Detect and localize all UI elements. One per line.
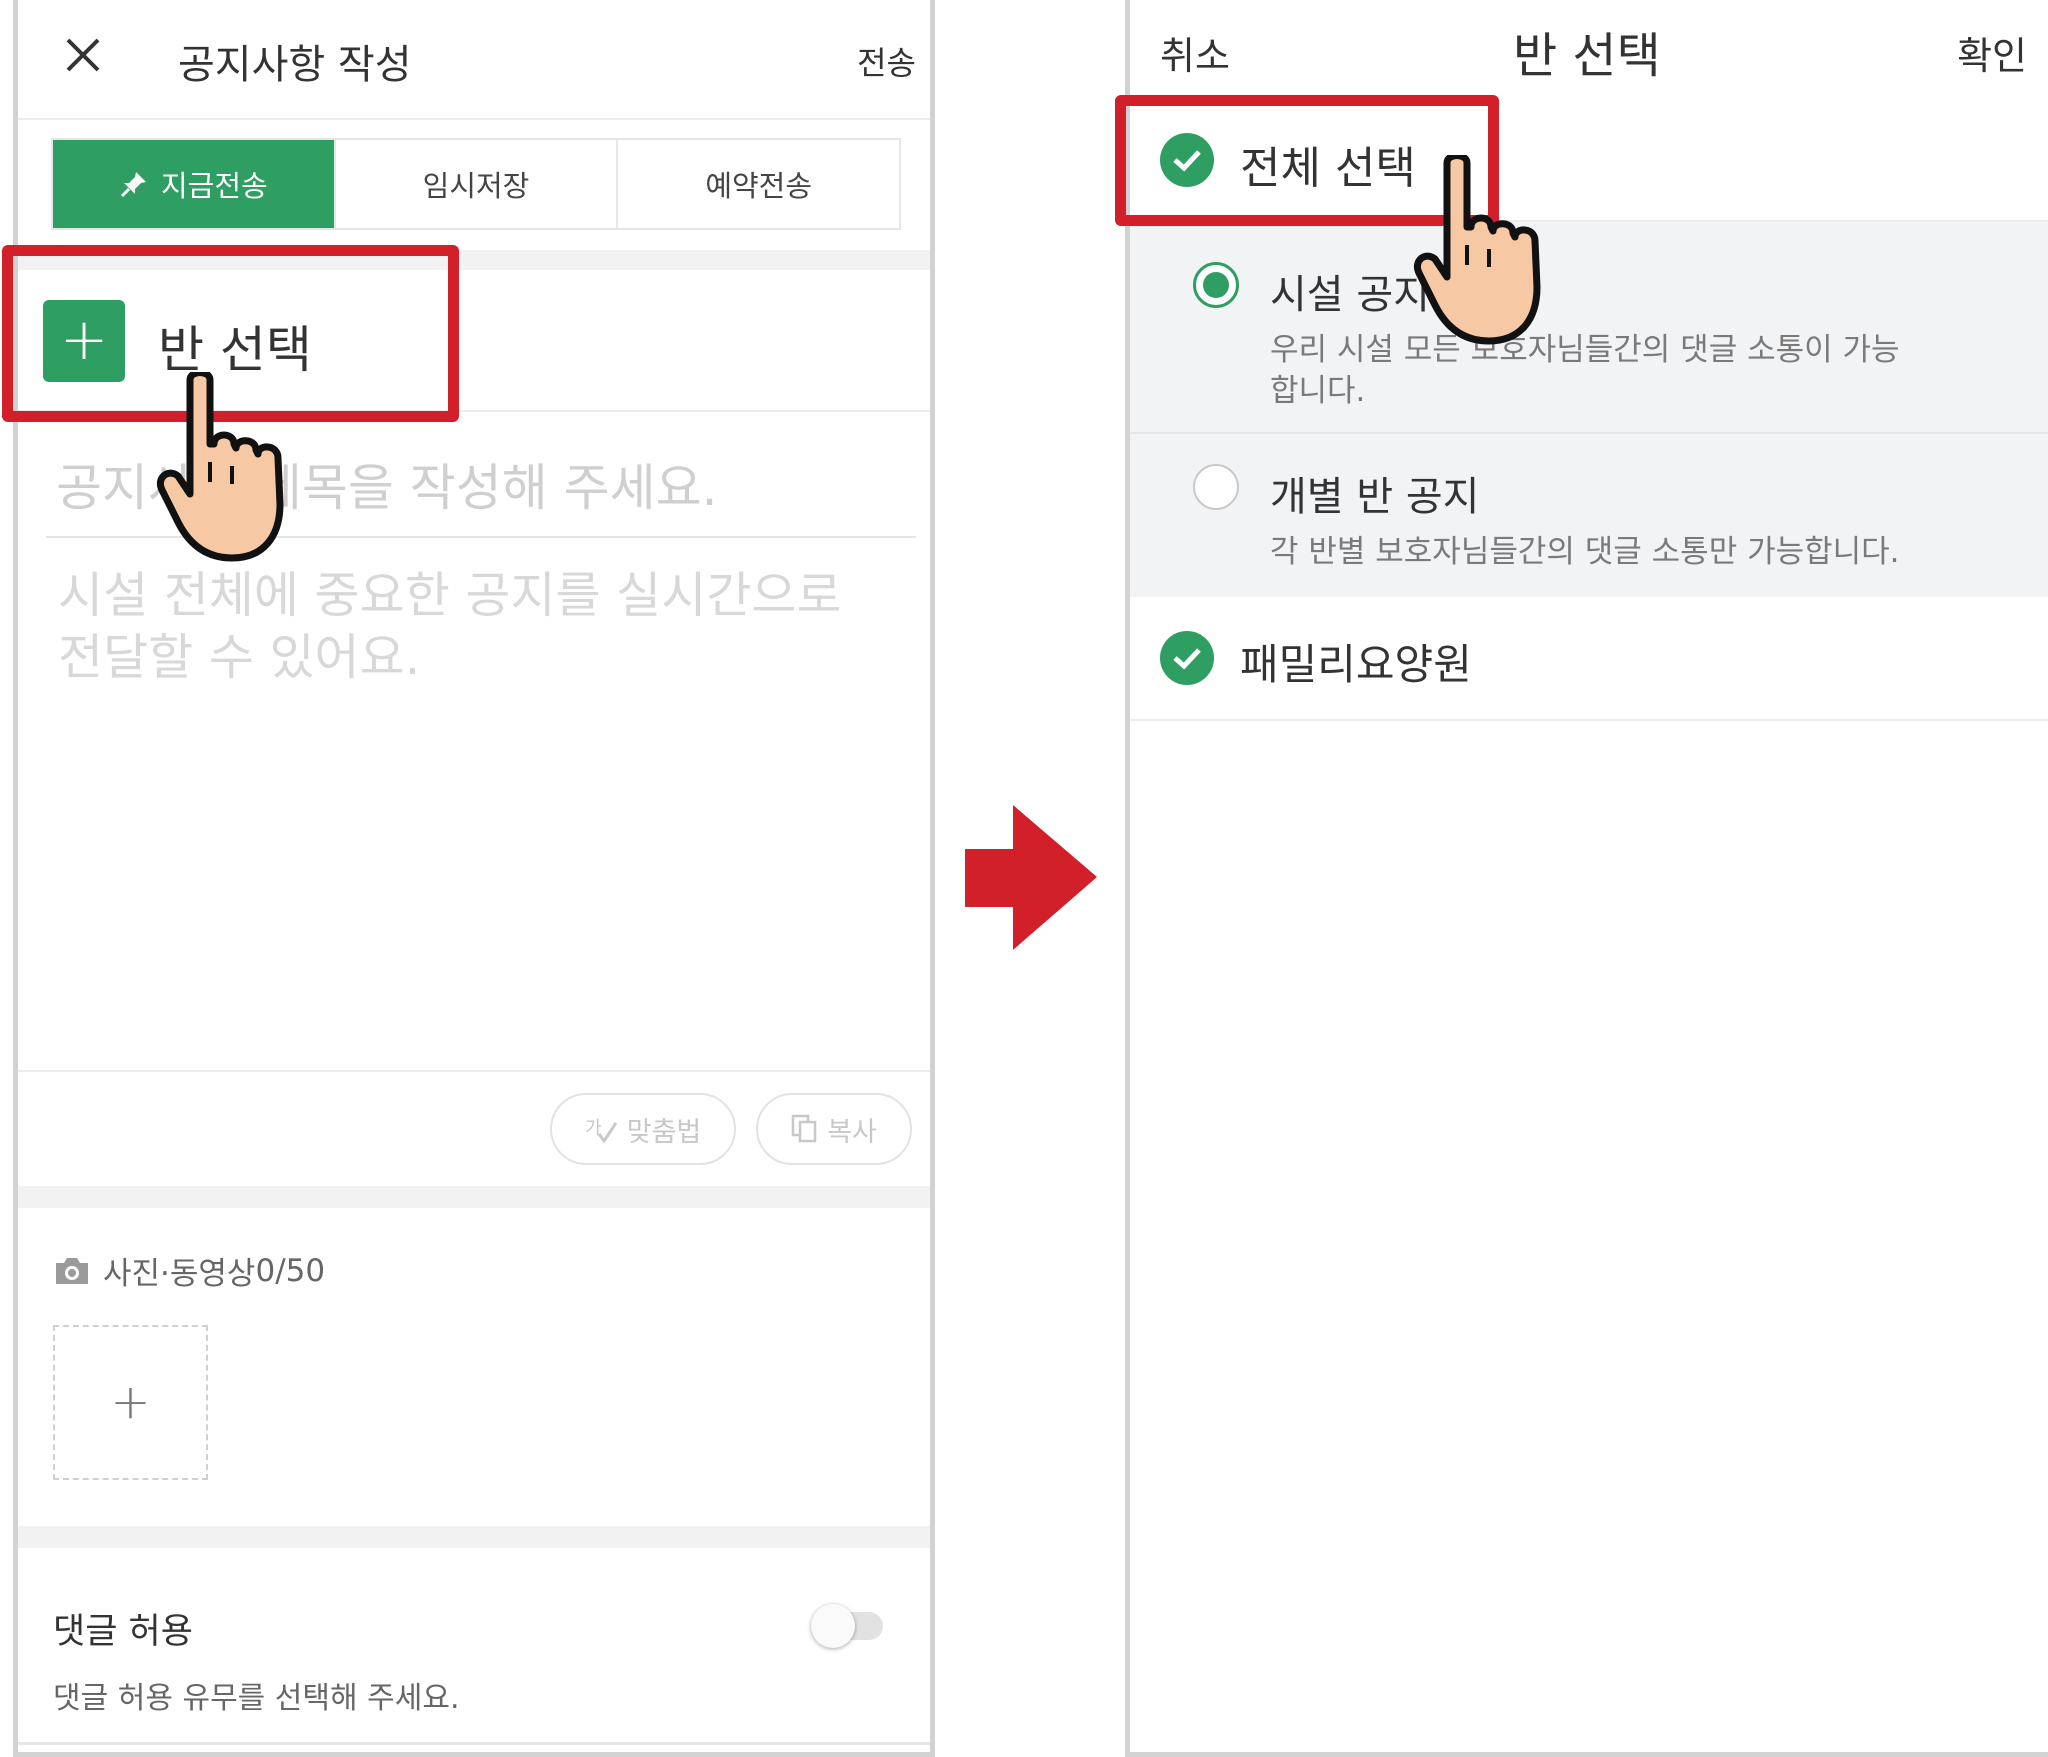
body-placeholder-line: 전달할 수 있어요. bbox=[58, 629, 421, 686]
spell-check-icon: 가 bbox=[585, 1118, 617, 1144]
radio-unselected-icon[interactable] bbox=[1193, 464, 1239, 510]
tab-label: 임시저장 bbox=[422, 169, 530, 203]
tab-label: 지금전송 bbox=[160, 169, 268, 203]
comments-title: 댓글 허용 bbox=[53, 1612, 193, 1652]
page-title: 반 선택 bbox=[1513, 28, 1661, 84]
tab-save-draft[interactable]: 임시저장 bbox=[336, 140, 619, 228]
check-icon bbox=[1160, 631, 1214, 685]
facility-label: 패밀리요양원 bbox=[1240, 640, 1472, 689]
body-placeholder-line: 시설 전체에 중요한 공지를 실시간으로 bbox=[58, 567, 842, 624]
media-label-text: 사진·동영상 bbox=[103, 1256, 256, 1292]
notice-body-input[interactable]: 시설 전체에 중요한 공지를 실시간으로 전달할 수 있어요. bbox=[58, 565, 918, 689]
add-media-button[interactable]: + bbox=[53, 1325, 208, 1480]
tab-scheduled-send[interactable]: 예약전송 bbox=[618, 140, 899, 228]
copy-button[interactable]: 복사 bbox=[756, 1093, 912, 1165]
section-divider bbox=[18, 1526, 930, 1548]
class-select-screen: 취소 반 선택 확인 전체 선택 시설 공지 우리 시설 모든 보호자님들간의 … bbox=[1125, 0, 2048, 1757]
option-class-notice[interactable]: 개별 반 공지 각 반별 보호자님들간의 댓글 소통만 가능합니다. bbox=[1130, 434, 2048, 597]
confirm-button[interactable]: 확인 bbox=[1957, 25, 2027, 80]
toggle-knob bbox=[811, 1604, 855, 1648]
pin-icon bbox=[120, 172, 146, 198]
close-icon[interactable] bbox=[58, 30, 108, 80]
spell-check-label: 맞춤법 bbox=[626, 1116, 702, 1148]
comments-description: 댓글 허용 유무를 선택해 주세요. bbox=[53, 1681, 460, 1716]
bottom-divider bbox=[18, 1742, 930, 1745]
option-description: 우리 시설 모든 보호자님들간의 댓글 소통이 가능합니다. bbox=[1270, 332, 1900, 409]
comments-toggle[interactable] bbox=[811, 1604, 883, 1648]
section-divider bbox=[18, 1186, 930, 1208]
arrow-right-icon bbox=[965, 805, 1097, 950]
tab-label: 예약전송 bbox=[705, 169, 813, 203]
send-button[interactable]: 전송 bbox=[857, 38, 916, 84]
facility-row[interactable]: 패밀리요양원 bbox=[1130, 597, 2048, 721]
media-count: 0/50 bbox=[255, 1252, 326, 1289]
tab-send-now[interactable]: 지금전송 bbox=[53, 140, 336, 228]
compose-header: 공지사항 작성 전송 bbox=[18, 0, 930, 120]
media-section-label: 사진·동영상 0/50 bbox=[53, 1248, 325, 1293]
page-title: 공지사항 작성 bbox=[178, 42, 412, 88]
option-description: 각 반별 보호자님들간의 댓글 소통만 가능합니다. bbox=[1270, 534, 1900, 570]
notice-type-options: 시설 공지 우리 시설 모든 보호자님들간의 댓글 소통이 가능합니다. 개별 … bbox=[1130, 222, 2048, 597]
spell-check-button[interactable]: 가 맞춤법 bbox=[550, 1093, 736, 1165]
option-title: 개별 반 공지 bbox=[1270, 474, 1480, 520]
option-facility-notice[interactable]: 시설 공지 우리 시설 모든 보호자님들간의 댓글 소통이 가능합니다. bbox=[1130, 232, 2048, 434]
toolbar-divider bbox=[18, 1070, 930, 1072]
send-mode-tabs: 지금전송 임시저장 예약전송 bbox=[51, 138, 901, 230]
cancel-button[interactable]: 취소 bbox=[1160, 25, 1230, 80]
radio-selected-icon[interactable] bbox=[1193, 262, 1239, 308]
camera-icon bbox=[56, 1257, 88, 1284]
copy-icon bbox=[791, 1114, 817, 1143]
copy-label: 복사 bbox=[827, 1116, 877, 1148]
pointing-hand-icon bbox=[1414, 155, 1541, 345]
pointing-hand-icon bbox=[157, 372, 284, 562]
